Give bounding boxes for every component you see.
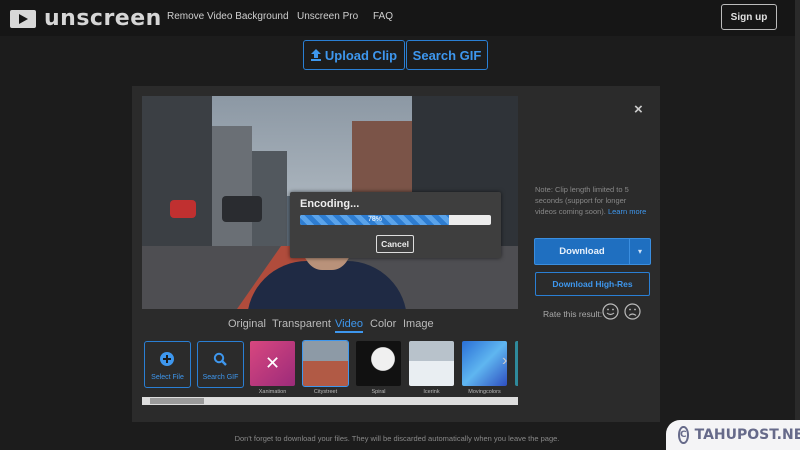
thumb-label-citystreet: Citystreet [313,389,338,395]
page-edge-scrollbar [795,0,800,450]
search-gif-button[interactable]: Search GIF [406,40,488,70]
upload-icon [310,49,321,61]
close-icon[interactable]: × [634,101,643,118]
select-file-label: Select File [151,374,184,381]
thumb-label-spiral: Spiral [371,389,386,395]
brand-name: unscreen [44,6,162,31]
nav-link-unscreen-pro[interactable]: Unscreen Pro [297,11,358,22]
tab-color[interactable]: Color [370,318,396,330]
logo[interactable]: unscreen [10,6,162,31]
top-nav: unscreen Remove Video Background Unscree… [0,0,800,36]
encoding-percent: 78% [367,216,382,223]
copyright-icon: C [678,426,689,444]
cancel-button[interactable]: Cancel [376,235,414,253]
upload-clip-label: Upload Clip [324,47,398,63]
thumb-partial[interactable] [515,341,518,386]
smile-icon[interactable] [602,303,619,320]
download-button[interactable]: Download [534,238,630,265]
encoding-progress-bar: 78% [300,215,491,225]
thumb-label-movingcolors: Movingcolors [468,389,501,395]
thumb-movingcolors[interactable] [462,341,507,386]
thumb-label-xanimation: Xanimation [258,389,287,395]
strip-search-gif-button[interactable]: Search GIF [197,341,244,388]
chevron-down-icon: ▾ [637,247,642,256]
nav-link-faq[interactable]: FAQ [373,11,393,22]
clip-length-note: Note: Clip length limited to 5 seconds (… [535,184,647,217]
tab-image[interactable]: Image [403,318,434,330]
thumb-spiral[interactable] [356,341,401,386]
nav-link-remove-video-background[interactable]: Remove Video Background [167,11,289,22]
encoding-title: Encoding... [300,198,360,210]
download-options-button[interactable]: ▾ [629,238,651,265]
thumb-citystreet[interactable] [302,340,349,387]
watermark-text: TAHUPOST.NET [694,427,800,443]
thumb-xanimation[interactable]: ✕ [250,341,295,386]
learn-more-link[interactable]: Learn more [608,207,646,216]
encoding-dialog: Encoding... 78% Cancel [290,192,501,258]
tab-video[interactable]: Video [335,318,363,333]
strip-next-arrow-icon[interactable]: › [502,352,507,370]
logo-play-icon [10,9,36,28]
select-file-button[interactable]: Select File [144,341,191,388]
upload-clip-button[interactable]: Upload Clip [303,40,405,70]
signup-button[interactable]: Sign up [721,4,777,30]
strip-search-gif-label: Search GIF [202,374,239,381]
strip-scrollbar[interactable] [142,397,518,405]
scrollbar-thumb[interactable] [150,398,204,404]
search-icon [213,352,227,366]
download-high-res-button[interactable]: Download High-Res [535,272,650,296]
thumb-icerink[interactable] [409,341,454,386]
thumb-label-icerink: Icerink [423,389,440,395]
tab-original[interactable]: Original [228,318,266,330]
rate-label: Rate this result: [543,309,603,319]
tab-transparent[interactable]: Transparent [272,318,331,330]
background-strip: Select File Search GIF ✕ Xanimation City… [142,338,518,396]
watermark: C TAHUPOST.NET [666,420,800,450]
plus-circle-icon [160,352,174,366]
frown-icon[interactable] [624,303,641,320]
